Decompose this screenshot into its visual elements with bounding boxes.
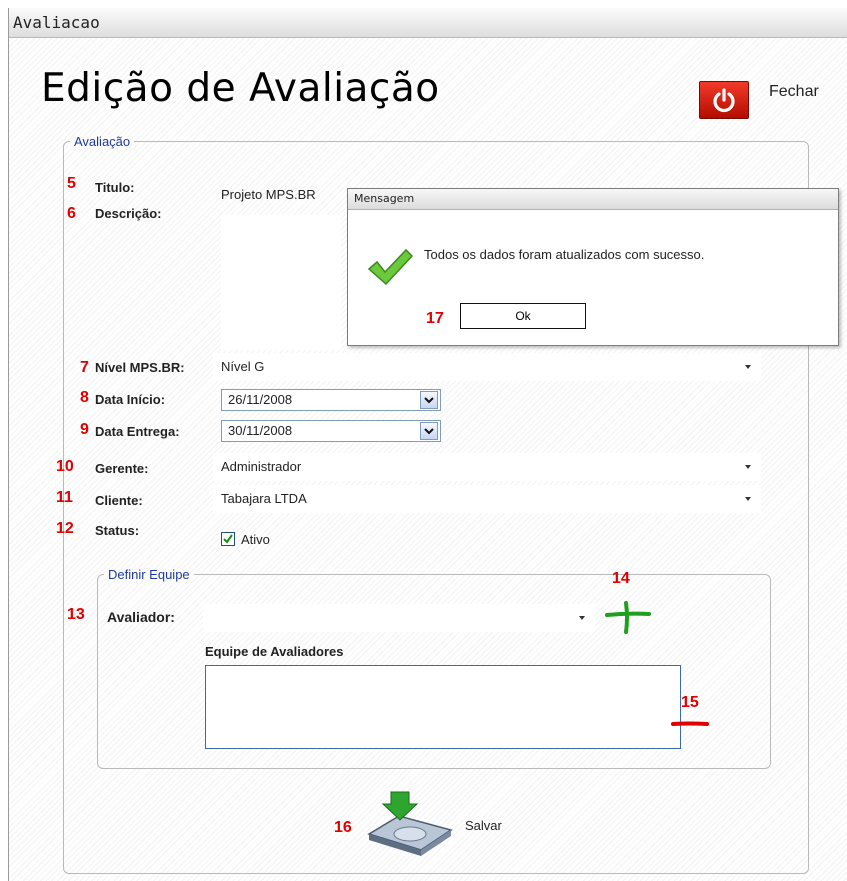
success-check-icon (367, 248, 414, 286)
chevron-down-icon (424, 428, 434, 435)
ok-button[interactable]: Ok (460, 303, 586, 329)
callout-15: 15 (681, 694, 699, 711)
data-entrega-value: 30/11/2008 (228, 423, 293, 438)
calendar-dropdown-button[interactable] (420, 422, 438, 440)
avaliacao-legend: Avaliação (74, 134, 131, 149)
nivel-value: Nível G (221, 359, 265, 374)
save-label[interactable]: Salvar (465, 818, 502, 833)
gerente-dropdown[interactable]: Administrador (213, 453, 761, 481)
status-label: Status: (95, 523, 140, 538)
close-label[interactable]: Fechar (769, 83, 819, 101)
callout-13: 13 (67, 606, 85, 623)
cliente-value: Tabajara LTDA (221, 491, 307, 506)
cliente-label: Cliente: (95, 493, 143, 508)
ativo-checkbox[interactable] (221, 532, 235, 546)
save-disk-icon (367, 791, 453, 856)
chevron-down-icon (579, 616, 585, 620)
data-inicio-value: 26/11/2008 (228, 392, 293, 407)
callout-17: 17 (426, 310, 444, 327)
page-title: Edição de Avaliação (41, 66, 440, 111)
dialog-message: Todos os dados foram atualizados com suc… (424, 247, 705, 262)
chevron-down-icon (745, 465, 751, 469)
window-title: Avaliacao (9, 8, 847, 38)
callout-8: 8 (80, 389, 89, 406)
equipe-legend: Definir Equipe (108, 567, 190, 582)
descricao-label: Descrição: (95, 206, 162, 221)
chevron-down-icon (745, 497, 751, 501)
titulo-label: Titulo: (95, 180, 135, 195)
chevron-down-icon (424, 397, 434, 404)
callout-14: 14 (612, 570, 630, 587)
gerente-value: Administrador (221, 459, 302, 474)
team-list-label: Equipe de Avaliadores (205, 644, 344, 659)
chevron-down-icon (745, 365, 751, 369)
app-window: Avaliacao Edição de Avaliação Fechar Ava… (8, 8, 847, 881)
power-icon (713, 88, 735, 113)
titulo-field[interactable]: Projeto MPS.BR (221, 187, 316, 202)
remove-evaluator-icon[interactable] (671, 719, 709, 729)
avaliador-dropdown[interactable] (203, 604, 595, 632)
data-inicio-label: Data Início: (95, 392, 166, 407)
message-dialog: Mensagem Todos os dados foram atualizado… (347, 188, 839, 346)
callout-7: 7 (80, 359, 89, 376)
callout-16: 16 (334, 819, 352, 836)
save-button[interactable] (363, 790, 455, 858)
data-entrega-label: Data Entrega: (95, 424, 180, 439)
callout-11: 11 (56, 489, 73, 506)
gerente-label: Gerente: (95, 461, 149, 476)
close-button[interactable] (699, 81, 749, 119)
check-icon (223, 534, 233, 544)
callout-12: 12 (56, 520, 74, 537)
descricao-textarea[interactable] (221, 215, 341, 350)
avaliador-label: Avaliador: (107, 609, 175, 625)
calendar-dropdown-button[interactable] (420, 391, 438, 409)
data-entrega-field[interactable]: 30/11/2008 (221, 420, 441, 442)
dialog-title: Mensagem (348, 189, 838, 210)
ativo-label[interactable]: Ativo (241, 532, 270, 547)
callout-5: 5 (67, 175, 76, 192)
add-evaluator-icon[interactable] (605, 598, 651, 634)
callout-9: 9 (80, 421, 89, 438)
team-list[interactable] (205, 665, 681, 749)
nivel-dropdown[interactable]: Nível G (213, 353, 761, 381)
cliente-dropdown[interactable]: Tabajara LTDA (213, 485, 761, 513)
data-inicio-field[interactable]: 26/11/2008 (221, 389, 441, 411)
callout-10: 10 (56, 458, 74, 475)
callout-6: 6 (67, 205, 76, 222)
nivel-label: Nível MPS.BR: (95, 360, 185, 375)
